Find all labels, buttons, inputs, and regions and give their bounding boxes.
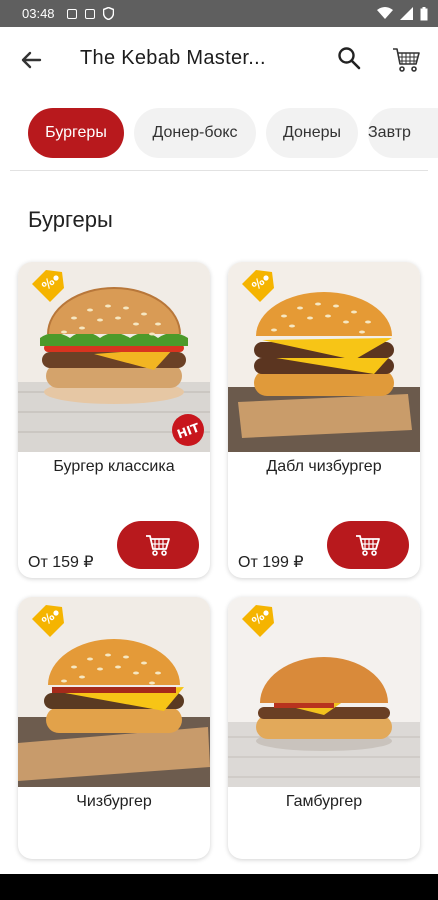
- section-title: Бургеры: [28, 207, 113, 232]
- product-image: [228, 597, 420, 787]
- product-price: От 199 ₽: [238, 554, 304, 571]
- shield-icon: [102, 7, 114, 20]
- add-to-cart-button[interactable]: [327, 521, 409, 569]
- notification-icon: [84, 8, 95, 19]
- product-image: [228, 262, 420, 452]
- status-time: 03:48: [22, 6, 55, 21]
- product-name: Гамбургер: [285, 793, 363, 810]
- tab-breakfast-label: Завтр: [368, 124, 411, 141]
- shopping-cart-icon[interactable]: [391, 44, 421, 74]
- product-name: Чизбургер: [76, 793, 152, 810]
- add-to-cart-icon: [355, 535, 380, 556]
- tab-doner-box[interactable]: Донер-бокс: [134, 108, 256, 158]
- tab-burgers[interactable]: Бургеры: [28, 108, 124, 158]
- search-icon[interactable]: [336, 45, 362, 71]
- product-card[interactable]: Дабл чизбургер От 199 ₽: [228, 262, 420, 578]
- product-price: От 159 ₽: [28, 554, 94, 571]
- product-image: HIT: [18, 262, 210, 452]
- system-nav-bar: [0, 874, 438, 900]
- signal-icon: [400, 7, 413, 20]
- tab-doners[interactable]: Донеры: [266, 108, 358, 158]
- add-to-cart-button[interactable]: [117, 521, 199, 569]
- page-title: The Kebab Master...: [80, 47, 266, 69]
- notification-icon: [66, 8, 77, 19]
- battery-icon: [420, 6, 428, 20]
- tab-breakfast[interactable]: Завтр: [368, 108, 438, 158]
- product-name: Бургер классика: [53, 458, 175, 475]
- category-tabs: Бургеры Донер-бокс Донеры Завтр: [0, 108, 438, 160]
- arrow-left-icon[interactable]: [16, 45, 46, 75]
- tabs-divider: [10, 170, 428, 171]
- product-image: [18, 597, 210, 787]
- add-to-cart-icon: [145, 535, 170, 556]
- product-card[interactable]: HIT Бургер классика От 159 ₽: [18, 262, 210, 578]
- product-name: Дабл чизбургер: [266, 458, 382, 475]
- status-bar: 03:48: [0, 0, 438, 27]
- wifi-icon: [377, 7, 393, 19]
- product-card[interactable]: Гамбургер: [228, 597, 420, 859]
- product-card[interactable]: Чизбургер: [18, 597, 210, 859]
- app-bar: The Kebab Master...: [0, 27, 438, 91]
